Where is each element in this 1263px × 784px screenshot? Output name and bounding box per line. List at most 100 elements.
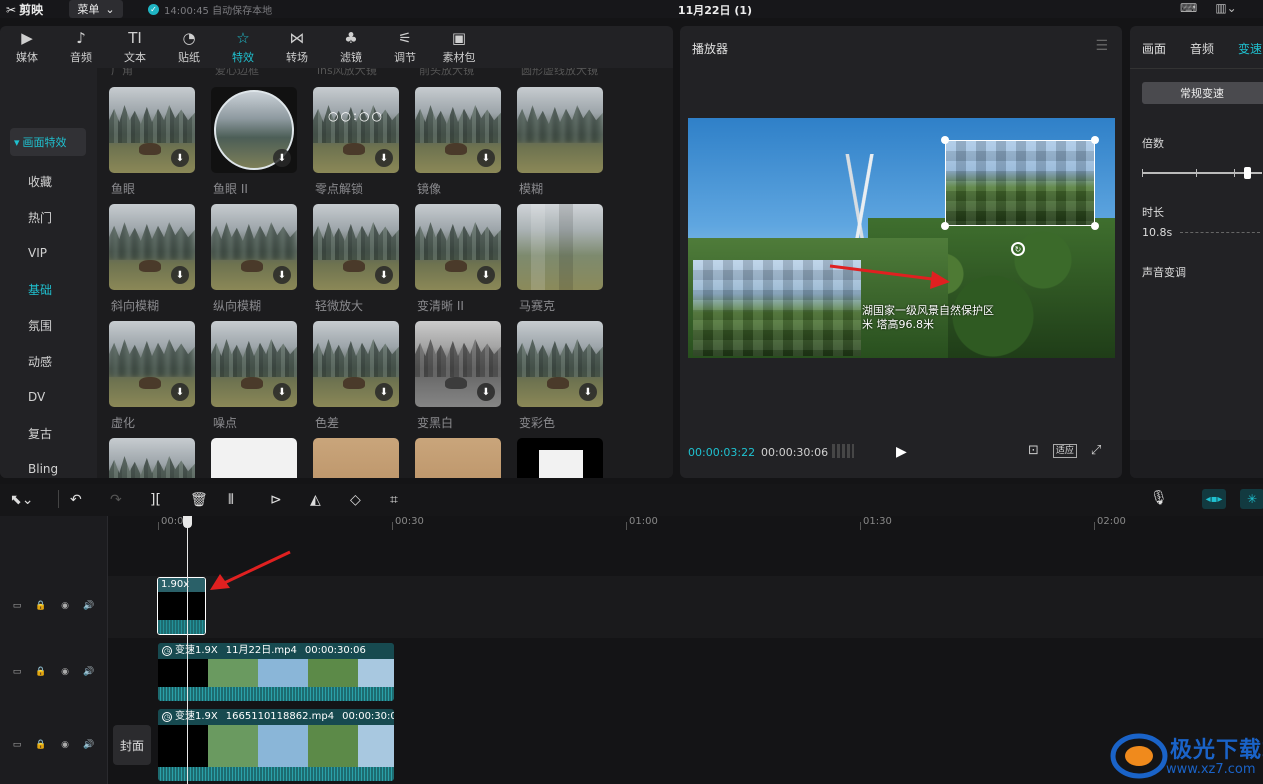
delete-icon[interactable]: 🗑 — [190, 492, 208, 508]
download-icon[interactable]: ⬇ — [273, 266, 291, 284]
tab-sticker[interactable]: ◔ 贴纸 — [162, 26, 216, 68]
effect-thumb-fisheye[interactable]: ⬇ — [109, 87, 195, 173]
freeze-frame-icon[interactable]: ⫴ — [228, 492, 234, 508]
effect-thumb-to-bw[interactable]: ⬇ — [415, 321, 501, 407]
effect-thumb-diagonal-blur[interactable]: ⬇ — [109, 204, 195, 290]
timecode-grid-icon[interactable] — [832, 444, 854, 458]
effect-thumb-defocus[interactable]: ⬇ — [109, 321, 195, 407]
nav-item-favorites[interactable]: 收藏 — [0, 164, 97, 198]
normal-speed-button[interactable]: 常规变速 — [1142, 82, 1263, 104]
tab-picture[interactable]: 画面 — [1142, 40, 1166, 57]
microphone-icon[interactable]: 🎙 — [1150, 490, 1168, 506]
video-preview[interactable]: ↻ 湖国家一级风景自然保护区米 塔高96.8米 — [688, 118, 1115, 358]
nav-item-atmosphere[interactable]: 氛围 — [0, 308, 97, 342]
effect-thumb-mirror[interactable]: ⬇ — [415, 87, 501, 173]
effect-thumb-partial[interactable] — [415, 438, 501, 478]
effect-thumb-partial[interactable] — [313, 438, 399, 478]
tab-speed[interactable]: 变速 — [1238, 40, 1262, 57]
snap-toggle-icon[interactable]: ✳ — [1240, 489, 1263, 509]
nav-item-basic[interactable]: 基础 — [0, 272, 97, 306]
download-icon[interactable]: ⬇ — [375, 149, 393, 167]
download-icon[interactable]: ⬇ — [273, 149, 291, 167]
resize-handle[interactable] — [941, 136, 949, 144]
playhead[interactable] — [183, 516, 192, 784]
effect-clip-selected[interactable]: 1.90x — [157, 577, 206, 635]
resize-handle[interactable] — [1091, 222, 1099, 230]
download-icon[interactable]: ⬇ — [171, 149, 189, 167]
tab-adjust[interactable]: ⚟ 调节 — [378, 26, 432, 68]
speaker-icon[interactable]: 🔊 — [82, 599, 96, 613]
fullscreen-icon[interactable]: ⤢ — [1091, 443, 1101, 458]
eye-icon[interactable]: ◉ — [58, 665, 72, 679]
nav-item-dv[interactable]: DV — [0, 380, 97, 414]
play-icon[interactable]: ▶ — [896, 444, 907, 460]
rotate-icon[interactable]: ◇ — [350, 492, 361, 508]
effect-thumb-noise[interactable]: ⬇ — [211, 321, 297, 407]
download-icon[interactable]: ⬇ — [171, 266, 189, 284]
select-tool-icon[interactable]: ⬉⌄ — [10, 492, 33, 508]
effect-thumb-sharpen-2[interactable]: ⬇ — [415, 204, 501, 290]
nav-item-vip[interactable]: VIP — [0, 236, 97, 270]
tab-media[interactable]: ▶ 媒体 — [0, 26, 54, 68]
download-icon[interactable]: ⬇ — [375, 383, 393, 401]
download-icon[interactable]: ⬇ — [171, 383, 189, 401]
hamburger-menu-icon[interactable]: ☰ — [1095, 38, 1108, 54]
keyboard-shortcut-icon[interactable]: ⌨ — [1180, 1, 1197, 15]
effect-thumb-partial[interactable] — [109, 438, 195, 478]
tab-audio[interactable]: 音频 — [1190, 40, 1214, 57]
tab-effects[interactable]: ☆ 特效 — [216, 26, 270, 68]
resize-handle[interactable] — [941, 222, 949, 230]
effect-thumb-slight-zoom[interactable]: ⬇ — [313, 204, 399, 290]
speaker-icon[interactable]: 🔊 — [82, 665, 96, 679]
cover-button[interactable]: 封面 — [113, 725, 151, 765]
download-icon[interactable]: ⬇ — [477, 383, 495, 401]
nav-item-retro[interactable]: 复古 — [0, 416, 97, 450]
nav-item-dynamic[interactable]: 动感 — [0, 344, 97, 378]
link-toggle-icon[interactable]: ◂▪▸ — [1202, 489, 1226, 509]
lock-icon[interactable]: 🔒 — [34, 599, 48, 613]
undo-icon[interactable]: ↶ — [70, 492, 82, 508]
tab-package[interactable]: ▣ 素材包 — [432, 26, 486, 68]
video-clip[interactable]: ◷ 变速1.9X 11月22日.mp4 00:00:30:06 — [158, 643, 394, 701]
nav-item-hot[interactable]: 热门 — [0, 200, 97, 234]
rotate-icon[interactable]: ↻ — [1011, 242, 1025, 256]
effect-thumb-partial[interactable] — [517, 438, 603, 478]
tab-audio[interactable]: ♪ 音频 — [54, 26, 108, 68]
fit-ratio-button[interactable]: 适应 — [1052, 443, 1077, 458]
tab-filter[interactable]: ♣ 滤镜 — [324, 26, 378, 68]
mirror-icon[interactable]: ◭ — [310, 492, 321, 508]
effect-thumb-zero-unlock[interactable]: ○○:○○ ⬇ — [313, 87, 399, 173]
effect-thumb-partial[interactable] — [211, 438, 297, 478]
eye-icon[interactable]: ◉ — [58, 738, 72, 752]
eye-icon[interactable]: ◉ — [58, 599, 72, 613]
download-icon[interactable]: ⬇ — [375, 266, 393, 284]
video-clip-main[interactable]: ◷ 变速1.9X 1665110118862.mp4 00:00:30:0 — [158, 709, 394, 781]
effect-thumb-chromatic[interactable]: ⬇ — [313, 321, 399, 407]
layout-icon[interactable]: ▥⌄ — [1215, 1, 1236, 15]
effect-thumb-mosaic[interactable] — [517, 204, 603, 290]
download-icon[interactable]: ⬇ — [477, 149, 495, 167]
redo-icon[interactable]: ↷ — [110, 492, 122, 508]
category-group-screen-effects[interactable]: ▾ 画面特效 — [10, 128, 86, 156]
lock-icon[interactable]: 🔒 — [34, 738, 48, 752]
download-icon[interactable]: ⬇ — [273, 383, 291, 401]
effect-thumb-vertical-blur[interactable]: ⬇ — [211, 204, 297, 290]
snapshot-icon[interactable]: ⊡ — [1028, 443, 1039, 458]
speed-multiplier-slider[interactable] — [1142, 167, 1262, 179]
effect-thumb-blur[interactable] — [517, 87, 603, 173]
reverse-icon[interactable]: ⊳ — [270, 492, 282, 508]
nav-item-bling[interactable]: Bling — [0, 452, 97, 478]
speaker-icon[interactable]: 🔊 — [82, 738, 96, 752]
slider-knob[interactable] — [1244, 167, 1251, 179]
download-icon[interactable]: ⬇ — [579, 383, 597, 401]
mosaic-overlay-selected[interactable] — [945, 140, 1095, 226]
crop-icon[interactable]: ⌗ — [390, 492, 398, 508]
resize-handle[interactable] — [1091, 136, 1099, 144]
time-ruler[interactable]: 00:00 00:30 01:00 01:30 02:00 — [108, 516, 1263, 530]
split-icon[interactable]: ][ — [150, 492, 161, 508]
download-icon[interactable]: ⬇ — [477, 266, 495, 284]
tab-transition[interactable]: ⋈ 转场 — [270, 26, 324, 68]
effect-thumb-to-color[interactable]: ⬇ — [517, 321, 603, 407]
tab-text[interactable]: TI 文本 — [108, 26, 162, 68]
lock-icon[interactable]: 🔒 — [34, 665, 48, 679]
